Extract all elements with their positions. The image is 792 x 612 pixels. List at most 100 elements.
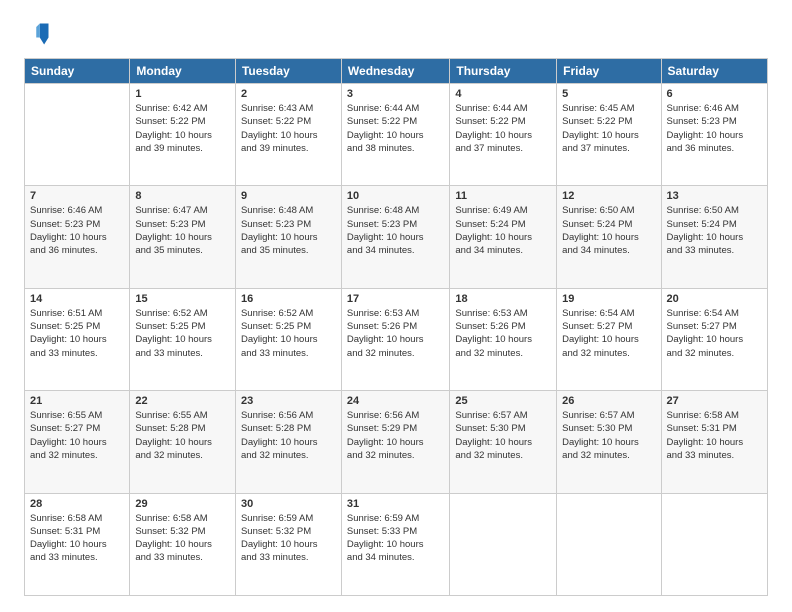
calendar-cell: 26 Sunrise: 6:57 AM Sunset: 5:30 PM Dayli… [557,391,661,493]
calendar-header: SundayMondayTuesdayWednesdayThursdayFrid… [25,59,768,84]
calendar-cell: 16 Sunrise: 6:52 AM Sunset: 5:25 PM Dayli… [235,288,341,390]
day-number: 12 [562,190,655,202]
calendar-cell: 22Sunrise: 6:55 AM Sunset: 5:28 PM Dayli… [130,391,236,493]
day-number: 27 [667,395,762,407]
day-number: 5 [562,88,655,100]
calendar-cell: 1Sunrise: 6:42 AM Sunset: 5:22 PM Daylig… [130,84,236,186]
day-number: 19 [562,293,655,305]
day-number: 9 [241,190,336,202]
calendar-cell: 29 Sunrise: 6:58 AM Sunset: 5:32 PM Dayli… [130,493,236,595]
calendar-cell: 11 Sunrise: 6:49 AM Sunset: 5:24 PM Dayli… [450,186,557,288]
day-number: 25 [455,395,551,407]
day-number: 30 [241,498,336,510]
calendar-cell: 27Sunrise: 6:58 AM Sunset: 5:31 PM Dayli… [661,391,767,493]
day-info: Sunrise: 6:53 AM Sunset: 5:26 PM Dayligh… [455,307,551,360]
day-number: 3 [347,88,444,100]
calendar-cell: 4 Sunrise: 6:44 AM Sunset: 5:22 PM Daylig… [450,84,557,186]
day-info: Sunrise: 6:50 AM Sunset: 5:24 PM Dayligh… [562,204,655,257]
day-number: 8 [135,190,230,202]
day-info: Sunrise: 6:53 AM Sunset: 5:26 PM Dayligh… [347,307,444,360]
calendar-cell: 21 Sunrise: 6:55 AM Sunset: 5:27 PM Dayli… [25,391,130,493]
weekday-header-monday: Monday [130,59,236,84]
day-info: Sunrise: 6:47 AM Sunset: 5:23 PM Dayligh… [135,204,230,257]
day-number: 31 [347,498,444,510]
day-info: Sunrise: 6:43 AM Sunset: 5:22 PM Dayligh… [241,102,336,155]
calendar-cell [25,84,130,186]
calendar-cell: 6 Sunrise: 6:46 AM Sunset: 5:23 PM Daylig… [661,84,767,186]
calendar-cell: 9 Sunrise: 6:48 AM Sunset: 5:23 PM Daylig… [235,186,341,288]
calendar-cell: 7 Sunrise: 6:46 AM Sunset: 5:23 PM Daylig… [25,186,130,288]
day-number: 18 [455,293,551,305]
calendar-cell: 12 Sunrise: 6:50 AM Sunset: 5:24 PM Dayli… [557,186,661,288]
weekday-header-row: SundayMondayTuesdayWednesdayThursdayFrid… [25,59,768,84]
day-number: 21 [30,395,124,407]
day-number: 7 [30,190,124,202]
calendar-cell: 30 Sunrise: 6:59 AM Sunset: 5:32 PM Dayli… [235,493,341,595]
calendar-week-2: 7 Sunrise: 6:46 AM Sunset: 5:23 PM Daylig… [25,186,768,288]
day-number: 20 [667,293,762,305]
day-info: Sunrise: 6:56 AM Sunset: 5:28 PM Dayligh… [241,409,336,462]
calendar-cell [450,493,557,595]
day-info: Sunrise: 6:46 AM Sunset: 5:23 PM Dayligh… [30,204,124,257]
day-number: 26 [562,395,655,407]
calendar-week-1: 1Sunrise: 6:42 AM Sunset: 5:22 PM Daylig… [25,84,768,186]
day-info: Sunrise: 6:51 AM Sunset: 5:25 PM Dayligh… [30,307,124,360]
calendar-cell: 19 Sunrise: 6:54 AM Sunset: 5:27 PM Dayli… [557,288,661,390]
calendar-week-3: 14 Sunrise: 6:51 AM Sunset: 5:25 PM Dayli… [25,288,768,390]
day-info: Sunrise: 6:59 AM Sunset: 5:32 PM Dayligh… [241,512,336,565]
day-number: 11 [455,190,551,202]
day-number: 6 [667,88,762,100]
calendar-body: 1Sunrise: 6:42 AM Sunset: 5:22 PM Daylig… [25,84,768,596]
day-info: Sunrise: 6:42 AM Sunset: 5:22 PM Dayligh… [135,102,230,155]
day-info: Sunrise: 6:48 AM Sunset: 5:23 PM Dayligh… [241,204,336,257]
day-info: Sunrise: 6:55 AM Sunset: 5:27 PM Dayligh… [30,409,124,462]
day-info: Sunrise: 6:56 AM Sunset: 5:29 PM Dayligh… [347,409,444,462]
calendar-cell: 28 Sunrise: 6:58 AM Sunset: 5:31 PM Dayli… [25,493,130,595]
day-info: Sunrise: 6:52 AM Sunset: 5:25 PM Dayligh… [241,307,336,360]
calendar-cell: 15 Sunrise: 6:52 AM Sunset: 5:25 PM Dayli… [130,288,236,390]
day-info: Sunrise: 6:46 AM Sunset: 5:23 PM Dayligh… [667,102,762,155]
day-number: 17 [347,293,444,305]
day-info: Sunrise: 6:59 AM Sunset: 5:33 PM Dayligh… [347,512,444,565]
day-info: Sunrise: 6:52 AM Sunset: 5:25 PM Dayligh… [135,307,230,360]
calendar-cell [557,493,661,595]
day-number: 10 [347,190,444,202]
day-info: Sunrise: 6:45 AM Sunset: 5:22 PM Dayligh… [562,102,655,155]
day-info: Sunrise: 6:58 AM Sunset: 5:31 PM Dayligh… [30,512,124,565]
day-info: Sunrise: 6:44 AM Sunset: 5:22 PM Dayligh… [347,102,444,155]
weekday-header-friday: Friday [557,59,661,84]
weekday-header-wednesday: Wednesday [341,59,449,84]
day-number: 22 [135,395,230,407]
day-info: Sunrise: 6:54 AM Sunset: 5:27 PM Dayligh… [667,307,762,360]
calendar-cell: 17 Sunrise: 6:53 AM Sunset: 5:26 PM Dayli… [341,288,449,390]
day-info: Sunrise: 6:58 AM Sunset: 5:32 PM Dayligh… [135,512,230,565]
day-info: Sunrise: 6:44 AM Sunset: 5:22 PM Dayligh… [455,102,551,155]
day-number: 23 [241,395,336,407]
day-number: 2 [241,88,336,100]
day-number: 28 [30,498,124,510]
day-number: 13 [667,190,762,202]
day-number: 16 [241,293,336,305]
day-info: Sunrise: 6:54 AM Sunset: 5:27 PM Dayligh… [562,307,655,360]
day-info: Sunrise: 6:50 AM Sunset: 5:24 PM Dayligh… [667,204,762,257]
weekday-header-thursday: Thursday [450,59,557,84]
day-info: Sunrise: 6:57 AM Sunset: 5:30 PM Dayligh… [455,409,551,462]
day-info: Sunrise: 6:57 AM Sunset: 5:30 PM Dayligh… [562,409,655,462]
calendar-table: SundayMondayTuesdayWednesdayThursdayFrid… [24,58,768,596]
calendar-cell: 20 Sunrise: 6:54 AM Sunset: 5:27 PM Dayli… [661,288,767,390]
calendar-cell: 14 Sunrise: 6:51 AM Sunset: 5:25 PM Dayli… [25,288,130,390]
calendar-cell: 23 Sunrise: 6:56 AM Sunset: 5:28 PM Dayli… [235,391,341,493]
day-number: 29 [135,498,230,510]
logo-icon [24,20,52,48]
day-number: 14 [30,293,124,305]
day-number: 15 [135,293,230,305]
day-number: 4 [455,88,551,100]
day-info: Sunrise: 6:48 AM Sunset: 5:23 PM Dayligh… [347,204,444,257]
calendar-cell: 25 Sunrise: 6:57 AM Sunset: 5:30 PM Dayli… [450,391,557,493]
calendar-cell: 10 Sunrise: 6:48 AM Sunset: 5:23 PM Dayli… [341,186,449,288]
calendar-cell [661,493,767,595]
calendar-week-4: 21 Sunrise: 6:55 AM Sunset: 5:27 PM Dayli… [25,391,768,493]
calendar-cell: 8 Sunrise: 6:47 AM Sunset: 5:23 PM Daylig… [130,186,236,288]
day-info: Sunrise: 6:49 AM Sunset: 5:24 PM Dayligh… [455,204,551,257]
calendar-cell: 3 Sunrise: 6:44 AM Sunset: 5:22 PM Daylig… [341,84,449,186]
